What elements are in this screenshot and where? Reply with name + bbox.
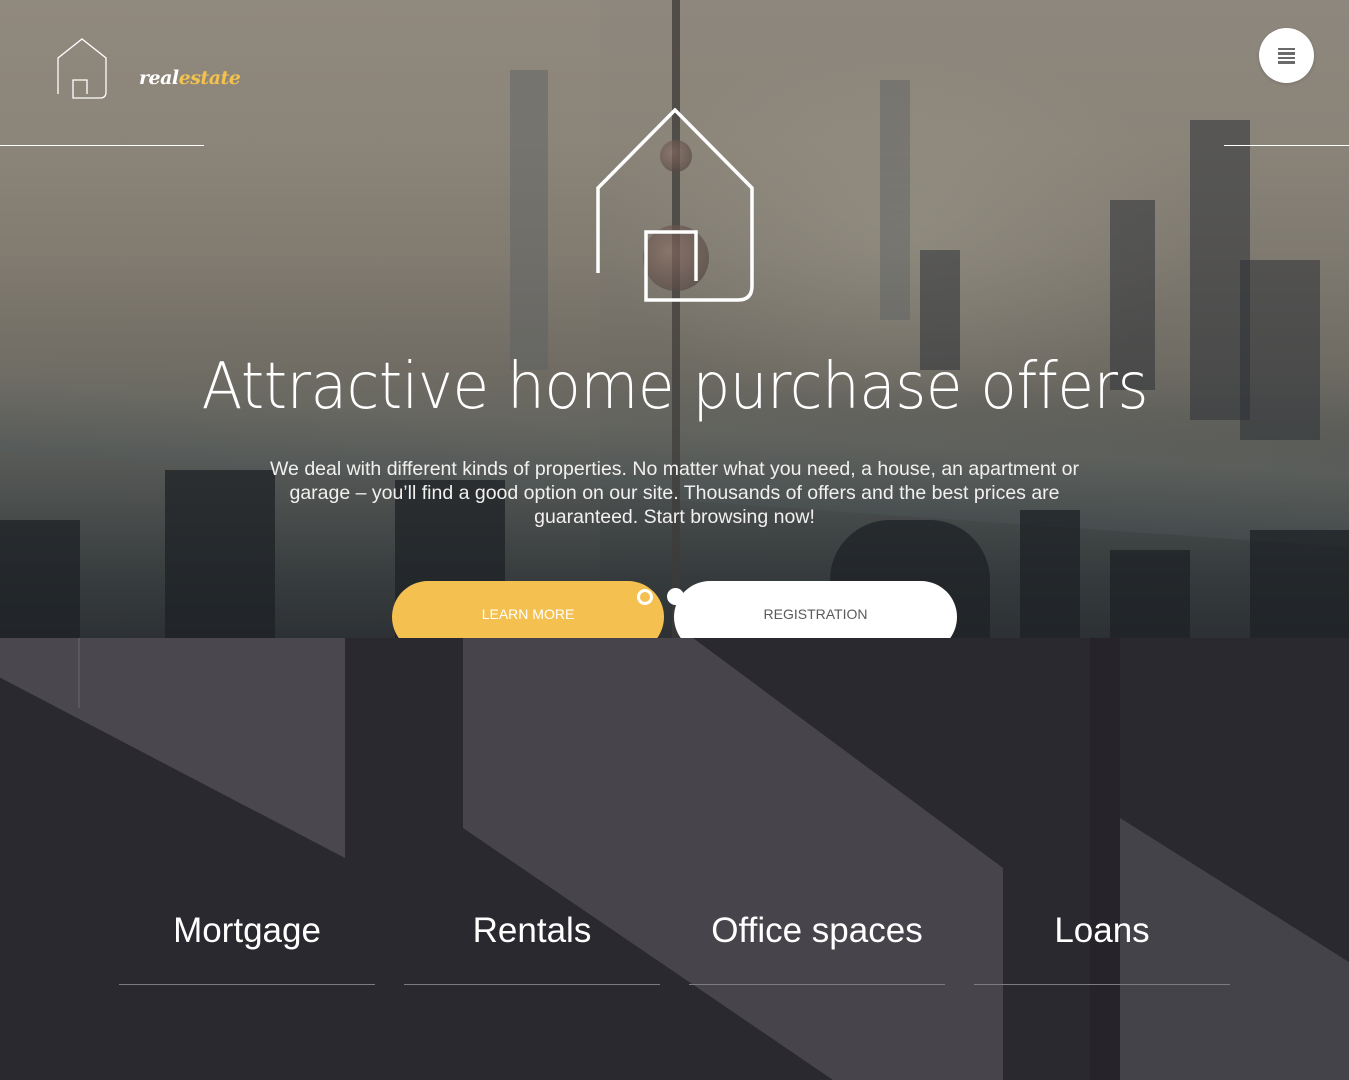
header-divider-right	[1224, 145, 1349, 146]
background-building	[0, 520, 80, 638]
service-office-spaces[interactable]: Office spaces	[689, 908, 945, 985]
brand-name-part1: real	[139, 67, 179, 89]
background-building	[1020, 510, 1080, 638]
menu-button[interactable]	[1259, 28, 1314, 83]
slider-dot[interactable]	[667, 588, 684, 605]
service-title: Rentals	[472, 911, 592, 950]
brand-name-part2: estate	[178, 67, 241, 89]
background-shape	[78, 638, 80, 708]
background-tower	[672, 0, 680, 638]
services-section: Mortgage Rentals Office spaces Loans	[0, 638, 1349, 1080]
background-shape	[0, 638, 345, 858]
service-mortgage[interactable]: Mortgage	[119, 908, 375, 985]
learn-more-button[interactable]: LEARN MORE	[392, 581, 664, 638]
house-outline-icon	[57, 38, 107, 99]
service-divider	[404, 984, 660, 985]
service-title: Loans	[1054, 911, 1150, 950]
service-rentals[interactable]: Rentals	[404, 908, 660, 985]
background-building	[1110, 550, 1190, 638]
service-divider	[119, 984, 375, 985]
hero-section: realestate Attractive home purchase offe…	[0, 0, 1349, 638]
hero-description: We deal with different kinds of properti…	[270, 458, 1079, 528]
service-divider	[689, 984, 945, 985]
header-divider-left	[0, 145, 204, 146]
hamburger-menu-icon	[1278, 47, 1295, 64]
service-title: Office spaces	[711, 911, 923, 950]
service-title: Mortgage	[173, 911, 321, 950]
registration-button[interactable]: REGISTRATION	[674, 581, 957, 638]
slider-dot-active[interactable]	[637, 589, 653, 605]
background-pillar	[1090, 638, 1120, 1080]
logo-link[interactable]: realestate	[57, 38, 241, 99]
service-divider	[974, 984, 1230, 985]
background-building	[510, 70, 548, 370]
hero-title-text: Attractive home purchase offers	[201, 350, 1148, 424]
brand-name: realestate	[139, 67, 241, 89]
hero-title: Attractive home purchase offers	[0, 346, 1349, 428]
service-loans[interactable]: Loans	[974, 908, 1230, 985]
background-building	[880, 80, 910, 320]
hero-house-emblem-icon	[596, 108, 754, 302]
background-pillar	[345, 638, 463, 1080]
background-building	[1250, 530, 1349, 638]
